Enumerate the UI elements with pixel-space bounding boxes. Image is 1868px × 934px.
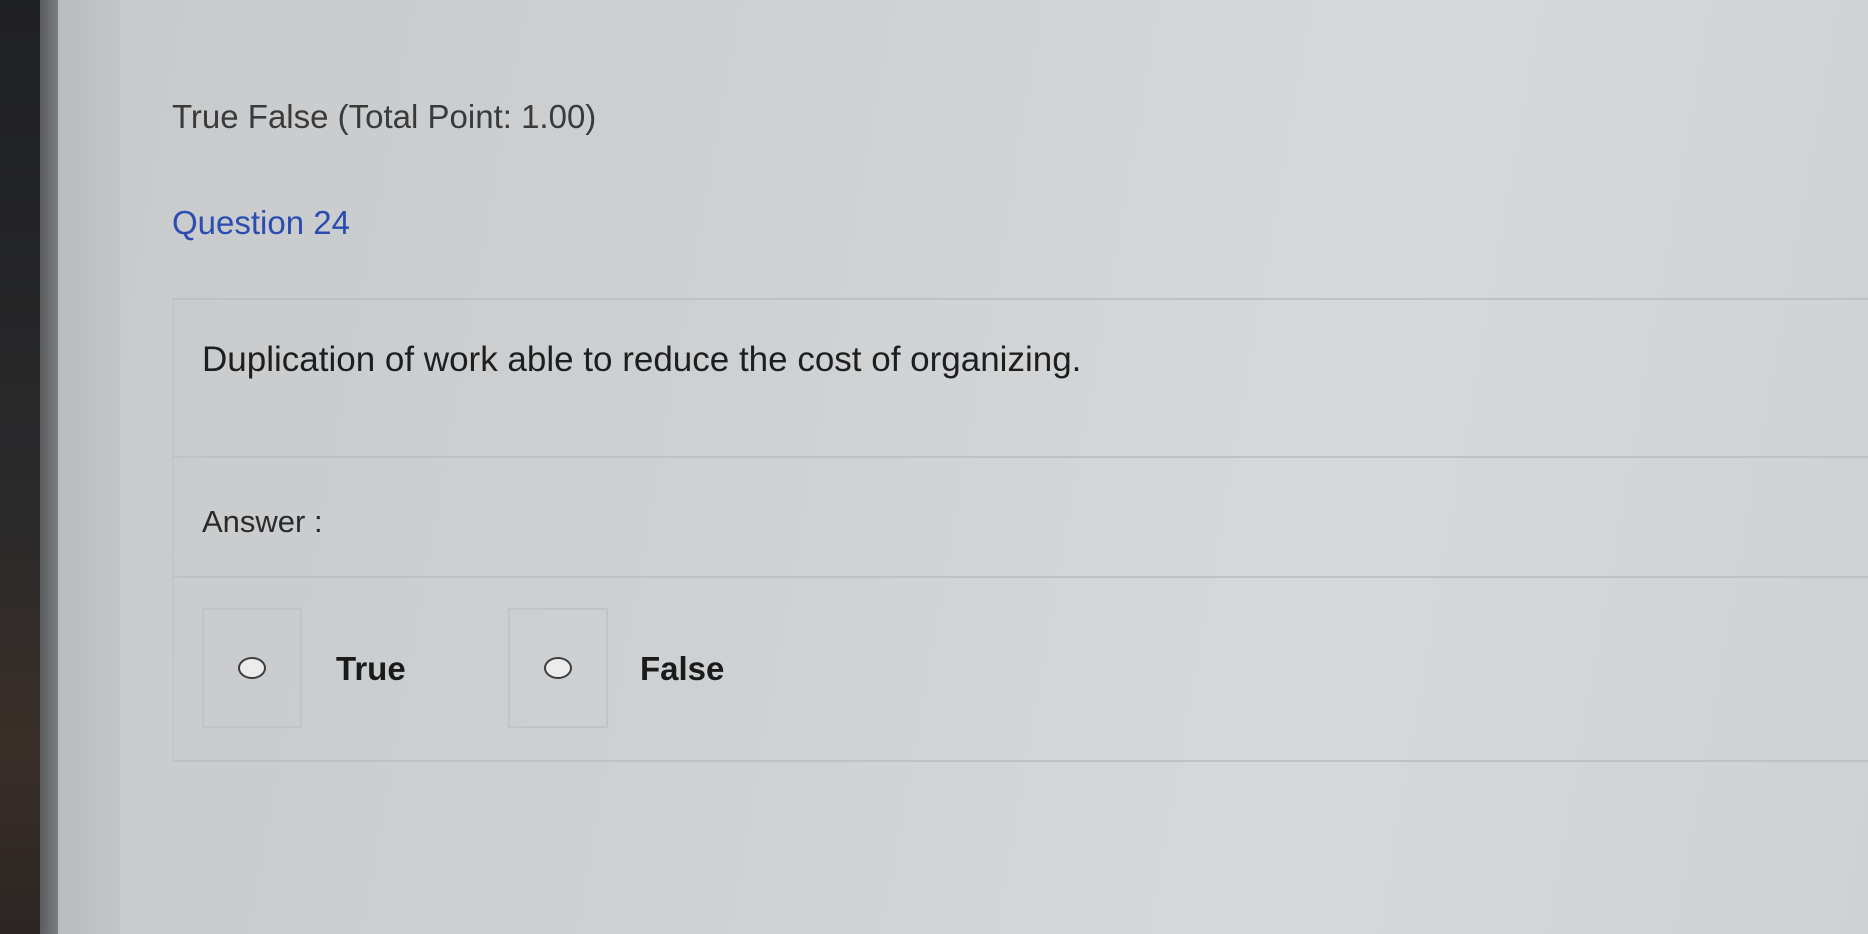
left-margin-strip [58, 0, 120, 934]
answer-header: Answer : [172, 458, 1868, 578]
option-label-false[interactable]: False [640, 650, 724, 688]
screen-bezel-dark [0, 0, 40, 934]
quiz-content: True False (Total Point: 1.00) Question … [120, 0, 1868, 934]
radio-true[interactable] [238, 657, 266, 679]
option-label-true[interactable]: True [336, 650, 406, 688]
question-number: Question 24 [172, 204, 350, 241]
radio-false[interactable] [544, 657, 572, 679]
question-box: Duplication of work able to reduce the c… [172, 298, 1868, 458]
radio-cell-false[interactable] [508, 608, 608, 728]
answer-label: Answer : [202, 504, 323, 539]
screen-bezel [40, 0, 58, 934]
question-text: Duplication of work able to reduce the c… [202, 340, 1082, 379]
radio-cell-true[interactable] [202, 608, 302, 728]
section-title: True False (Total Point: 1.00) [172, 98, 597, 135]
answer-options: True False [172, 578, 1868, 762]
